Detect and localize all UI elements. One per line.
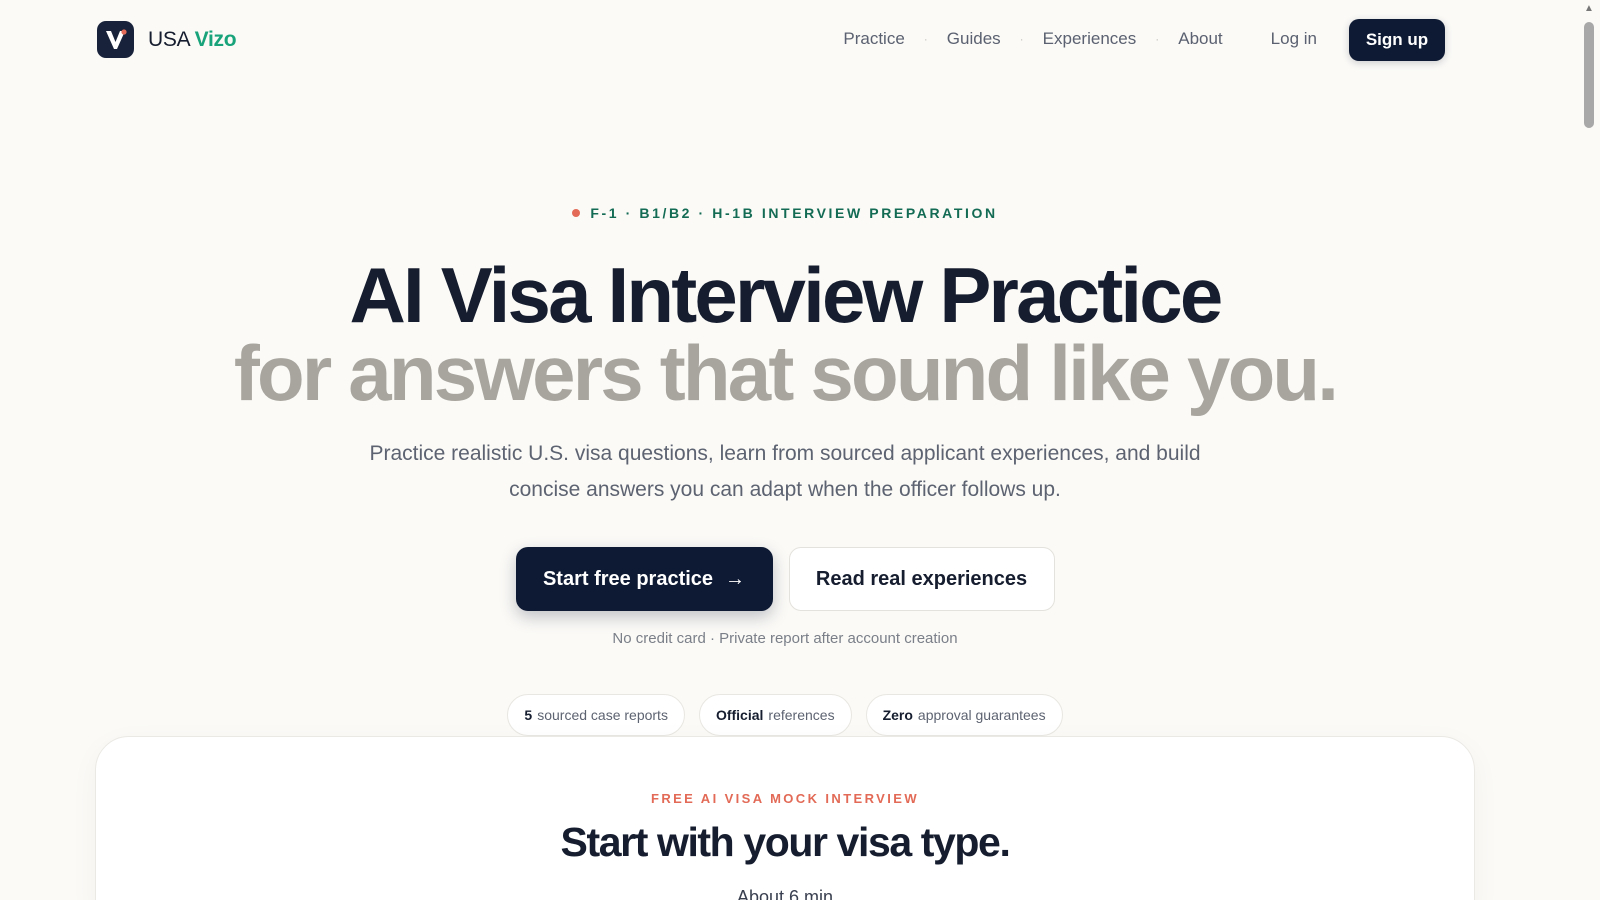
read-experiences-button[interactable]: Read real experiences [788, 547, 1055, 611]
hero-eyebrow: F-1 · B1/B2 · H-1B INTERVIEW PREPARATION [0, 205, 1570, 221]
trust-badges: 5 sourced case reports Official referenc… [0, 694, 1570, 736]
eyebrow-dot-icon [572, 209, 581, 217]
hero-eyebrow-text: F-1 · B1/B2 · H-1B INTERVIEW PREPARATION [590, 205, 998, 221]
main-nav: Practice · Guides · Experiences · About … [843, 29, 1342, 49]
hero-subtitle: Practice realistic U.S. visa questions, … [369, 442, 1201, 501]
badge-sourced-reports: 5 sourced case reports [507, 694, 685, 736]
logo-v-icon [97, 21, 134, 58]
hero-title-line2: for answers that sound like you. [233, 329, 1339, 417]
badge-text: sourced case reports [537, 707, 668, 723]
brand-name-accent: Vizo [194, 27, 237, 51]
start-free-practice-label: Start free practice [542, 567, 714, 590]
badge-official-references: Official references [698, 694, 852, 736]
badge-text: approval guarantees [917, 707, 1046, 723]
card-eyebrow: FREE AI VISA MOCK INTERVIEW [650, 791, 919, 806]
brand-name: USA Vizo [148, 27, 237, 52]
card-duration: About 6 min [736, 887, 834, 900]
nav-about[interactable]: About [1178, 29, 1222, 49]
badge-text: references [768, 707, 835, 723]
badge-strong: Zero [882, 707, 913, 723]
nav-separator: · [923, 32, 928, 46]
scroll-up-icon[interactable]: ▲ [1583, 3, 1595, 15]
arrow-right-icon: → [725, 567, 746, 590]
nav-separator: · [1019, 32, 1024, 46]
mock-interview-card: FREE AI VISA MOCK INTERVIEW Start with y… [95, 736, 1475, 900]
brand-name-prefix: USA [148, 27, 190, 51]
scroll-thumb[interactable] [1584, 22, 1594, 128]
nav-guides[interactable]: Guides [947, 29, 1001, 49]
badge-strong: Official [715, 707, 764, 723]
hero-fineprint: No credit card · Private report after ac… [612, 630, 958, 647]
login-link[interactable]: Log in [1271, 29, 1317, 49]
start-free-practice-button[interactable]: Start free practice → [515, 547, 773, 611]
signup-button[interactable]: Sign up [1349, 19, 1445, 61]
site-header: USA Vizo Practice · Guides · Experiences… [0, 0, 1600, 82]
page-scrollbar[interactable]: ▲ [1578, 0, 1600, 900]
card-title: Start with your visa type. [560, 819, 1011, 865]
hero-cta-row: Start free practice → Read real experien… [0, 547, 1570, 611]
nav-separator: · [1155, 32, 1160, 46]
badge-zero-guarantees: Zero approval guarantees [865, 694, 1063, 736]
nav-experiences[interactable]: Experiences [1043, 29, 1137, 49]
hero-title-line1: AI Visa Interview Practice [349, 251, 1224, 339]
nav-practice[interactable]: Practice [843, 29, 904, 49]
brand-logo[interactable]: USA Vizo [97, 21, 237, 58]
badge-strong: 5 [524, 707, 533, 723]
